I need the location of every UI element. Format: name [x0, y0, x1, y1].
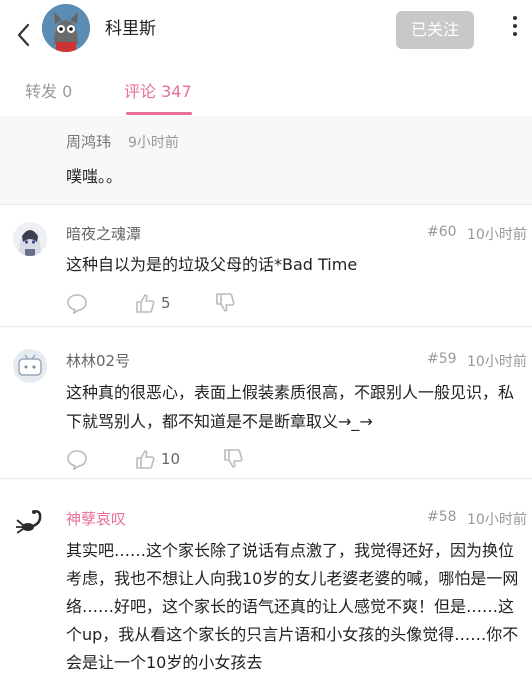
comment-actions: 5: [66, 292, 366, 314]
tab-bar: 转发 0 评论 347: [0, 62, 532, 116]
comment-item[interactable]: 林林02号 #59 10小时前 这种真的很恶心，表面上假装素质很高，不跟别人一般…: [0, 326, 532, 478]
active-tab-indicator: [126, 112, 192, 115]
reply-author[interactable]: 周鸿玮: [66, 131, 111, 152]
comment-author[interactable]: 林林02号: [66, 350, 130, 371]
comment-text: 其实吧……这个家长除了说话有点激了，我觉得还好，因为换位考虑，我也不想让人向我1…: [66, 541, 519, 672]
reply-time: 9小时前: [128, 135, 179, 151]
comment-actions: 10: [66, 448, 366, 470]
comment-item[interactable]: 暗夜之魂潭 #60 10小时前 这种自以为是的垃圾父母的话*Bad Time 5: [0, 204, 532, 326]
reply-bubble-icon[interactable]: [66, 292, 88, 314]
comment-time: 10小时前: [467, 512, 527, 528]
scorpion-avatar-icon: [13, 505, 47, 539]
anime-avatar-icon: [13, 222, 47, 256]
like-count: 5: [161, 294, 171, 312]
back-arrow-icon[interactable]: [14, 22, 34, 48]
comment-author[interactable]: 神孽哀叹: [66, 508, 126, 529]
tab-repost[interactable]: 转发 0: [25, 78, 72, 102]
like-count: 10: [161, 450, 181, 468]
comment-item[interactable]: 神孽哀叹 #58 10小时前 其实吧……这个家长除了说话有点激了，我觉得还好，因…: [0, 478, 532, 696]
comment-text: 这种真的很恶心，表面上假装素质很高，不跟别人一般见识，私下就骂别人，都不知道是不…: [66, 383, 515, 431]
comment-author[interactable]: 暗夜之魂潭: [66, 223, 141, 244]
thumbs-up-icon[interactable]: [134, 448, 156, 470]
tv-avatar-icon: [13, 349, 47, 383]
username: 科里斯: [105, 19, 156, 39]
floor-number: #58: [427, 509, 457, 525]
reply-bubble-icon[interactable]: [66, 448, 88, 470]
comment-time: 10小时前: [467, 227, 527, 243]
top-bar: 科里斯 已关注: [0, 0, 532, 62]
comment-text: 这种自以为是的垃圾父母的话*Bad Time: [66, 255, 358, 274]
floor-number: #59: [427, 351, 457, 367]
comment-time: 10小时前: [467, 354, 527, 370]
avatar[interactable]: [13, 222, 47, 256]
floor-number: #60: [427, 224, 457, 240]
avatar[interactable]: [42, 4, 90, 52]
thumbs-up-icon[interactable]: [134, 292, 156, 314]
tab-comments[interactable]: 评论 347: [124, 78, 192, 102]
thumbs-down-icon[interactable]: [222, 448, 244, 470]
avatar[interactable]: [13, 505, 47, 539]
more-options-icon[interactable]: [508, 14, 522, 40]
reply-text: 噗嗤。。: [66, 167, 123, 186]
cat-avatar-icon: [42, 4, 90, 52]
avatar[interactable]: [13, 349, 47, 383]
reply-item[interactable]: 周鸿玮 9小时前 噗嗤。。: [0, 116, 532, 204]
thumbs-down-icon[interactable]: [214, 292, 236, 314]
followed-button[interactable]: 已关注: [396, 11, 474, 49]
